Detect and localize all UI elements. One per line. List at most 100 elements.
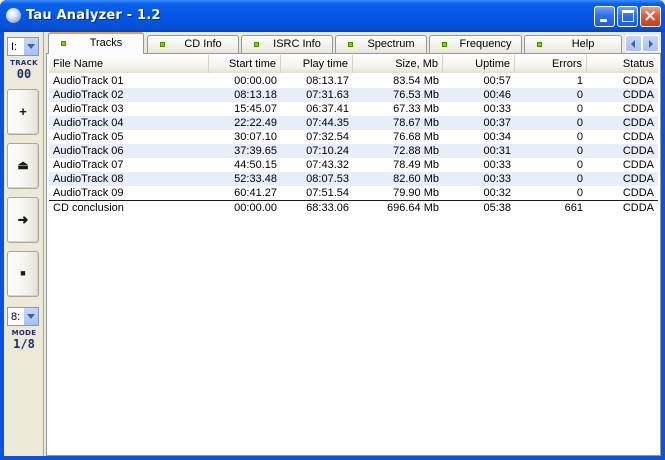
cell-errors: 661 <box>564 202 583 214</box>
column-header-size[interactable]: Size, Mb <box>353 55 443 73</box>
cell-start-time: 00:00.00 <box>234 75 277 87</box>
cell-errors: 0 <box>576 187 583 199</box>
forward-button[interactable]: ➜ <box>7 197 39 243</box>
table-row[interactable]: AudioTrack 04 22:22.49 07:44.35 78.67 Mb… <box>49 116 658 130</box>
cell-size: 72.88 Mb <box>393 145 439 157</box>
chevron-down-icon <box>27 44 35 49</box>
column-header-errors[interactable]: Errors <box>515 55 587 73</box>
tab-label: Frequency <box>459 38 512 50</box>
table-header: File Name Start time Play time Size, Mb … <box>49 55 658 73</box>
table-row[interactable]: AudioTrack 06 37:39.65 07:10.24 72.88 Mb… <box>49 144 658 158</box>
table-row[interactable]: AudioTrack 08 52:33.48 08:07.53 82.60 Mb… <box>49 172 658 186</box>
cell-status: CDDA <box>622 145 654 157</box>
cell-start-time: 52:33.48 <box>234 173 277 185</box>
cell-errors: 0 <box>576 89 583 101</box>
column-header-uptime[interactable]: Uptime <box>443 55 515 73</box>
cell-errors: 0 <box>576 173 583 185</box>
track-value: 00 <box>16 67 32 81</box>
column-header-file-name[interactable]: File Name <box>49 55 209 73</box>
cell-play-time: 07:44.35 <box>306 117 349 129</box>
stop-button[interactable]: ■ <box>7 251 39 297</box>
summary-row[interactable]: CD conclusion 00:00.00 68:33.06 696.64 M… <box>49 200 658 215</box>
maximize-button[interactable] <box>617 6 638 27</box>
tab-label: Help <box>571 38 595 50</box>
window-title: Tau Analyzer - 1.2 <box>26 8 161 23</box>
tab-label: ISRC Info <box>273 38 321 50</box>
cell-file-name: AudioTrack 01 <box>53 75 124 87</box>
eject-icon: ⏏ <box>17 158 29 172</box>
cell-play-time: 08:07.53 <box>306 173 349 185</box>
tab-help[interactable]: Help <box>524 35 622 53</box>
tab-spectrum[interactable]: Spectrum <box>335 35 427 53</box>
tab-scroll-left-button[interactable] <box>625 35 642 52</box>
tab-scroll-arrows <box>625 35 659 52</box>
cell-start-time: 60:41.27 <box>234 187 277 199</box>
mode-dropdown-button[interactable] <box>23 308 38 325</box>
cell-file-name: AudioTrack 09 <box>53 187 124 199</box>
table-row[interactable]: AudioTrack 02 08:13.18 07:31.63 76.53 Mb… <box>49 88 658 102</box>
cell-uptime: 00:37 <box>483 117 511 129</box>
cell-status: CDDA <box>622 187 654 199</box>
cell-play-time: 68:33.06 <box>306 202 349 214</box>
title-bar[interactable]: Tau Analyzer - 1.2 × <box>0 0 665 32</box>
cell-file-name: AudioTrack 04 <box>53 117 124 129</box>
cell-start-time: 15:45.07 <box>234 103 277 115</box>
drive-select[interactable]: I: <box>7 37 39 56</box>
left-panel: I: TRACK 00 + ⏏ ➜ ■ 8: MODE 1/8 <box>4 32 44 456</box>
table-row[interactable]: AudioTrack 07 44:50.15 07:43.32 78.49 Mb… <box>49 158 658 172</box>
cell-start-time: 44:50.15 <box>234 159 277 171</box>
minimize-button[interactable] <box>594 6 615 27</box>
cell-play-time: 07:51.54 <box>306 187 349 199</box>
tab-indicator-icon <box>348 42 353 47</box>
mode-select[interactable]: 8: <box>7 307 39 326</box>
table-row[interactable]: AudioTrack 09 60:41.27 07:51.54 79.90 Mb… <box>49 186 658 200</box>
cell-play-time: 07:31.63 <box>306 89 349 101</box>
drive-select-value: I: <box>11 41 18 53</box>
tab-scroll-right-button[interactable] <box>642 35 659 52</box>
cell-status: CDDA <box>622 89 654 101</box>
cell-errors: 0 <box>576 103 583 115</box>
cell-file-name: AudioTrack 06 <box>53 145 124 157</box>
cell-status: CDDA <box>622 103 654 115</box>
cell-file-name: AudioTrack 08 <box>53 173 124 185</box>
tab-frequency[interactable]: Frequency <box>429 35 522 53</box>
tab-indicator-icon <box>537 42 542 47</box>
cell-start-time: 30:07.10 <box>234 131 277 143</box>
cell-uptime: 00:32 <box>483 187 511 199</box>
cell-status: CDDA <box>622 131 654 143</box>
cell-play-time: 06:37.41 <box>306 103 349 115</box>
column-header-start-time[interactable]: Start time <box>209 55 281 73</box>
tab-label: CD Info <box>184 38 222 50</box>
cell-uptime: 05:38 <box>483 202 511 214</box>
table-row[interactable]: AudioTrack 03 15:45.07 06:37.41 67.33 Mb… <box>49 102 658 116</box>
tab-cd-info[interactable]: CD Info <box>147 35 239 53</box>
cell-uptime: 00:34 <box>483 131 511 143</box>
column-header-status[interactable]: Status <box>587 55 658 73</box>
add-button[interactable]: + <box>7 89 39 135</box>
close-button[interactable]: × <box>640 6 661 27</box>
cell-size: 76.68 Mb <box>393 131 439 143</box>
drive-dropdown-button[interactable] <box>23 38 38 55</box>
tab-indicator-icon <box>442 42 447 47</box>
cell-uptime: 00:46 <box>483 89 511 101</box>
tab-indicator-icon <box>254 42 259 47</box>
chevron-down-icon <box>27 314 35 319</box>
chevron-left-icon <box>631 40 635 48</box>
tracks-table: File Name Start time Play time Size, Mb … <box>49 55 658 453</box>
cell-file-name: AudioTrack 03 <box>53 103 124 115</box>
cell-size: 78.49 Mb <box>393 159 439 171</box>
tab-isrc-info[interactable]: ISRC Info <box>241 35 333 53</box>
app-window: Tau Analyzer - 1.2 × I: TRACK 00 + ⏏ ➜ ■ <box>0 0 665 460</box>
cell-play-time: 07:43.32 <box>306 159 349 171</box>
column-header-play-time[interactable]: Play time <box>281 55 353 73</box>
cell-size: 82.60 Mb <box>393 173 439 185</box>
app-icon <box>6 8 21 23</box>
cell-uptime: 00:57 <box>483 75 511 87</box>
tab-indicator-icon <box>160 42 165 47</box>
table-row[interactable]: AudioTrack 01 00:00.00 08:13.17 83.54 Mb… <box>49 74 658 88</box>
eject-button[interactable]: ⏏ <box>7 143 39 189</box>
cell-status: CDDA <box>622 159 654 171</box>
tab-tracks[interactable]: Tracks <box>48 32 144 54</box>
table-row[interactable]: AudioTrack 05 30:07.10 07:32.54 76.68 Mb… <box>49 130 658 144</box>
cell-start-time: 37:39.65 <box>234 145 277 157</box>
